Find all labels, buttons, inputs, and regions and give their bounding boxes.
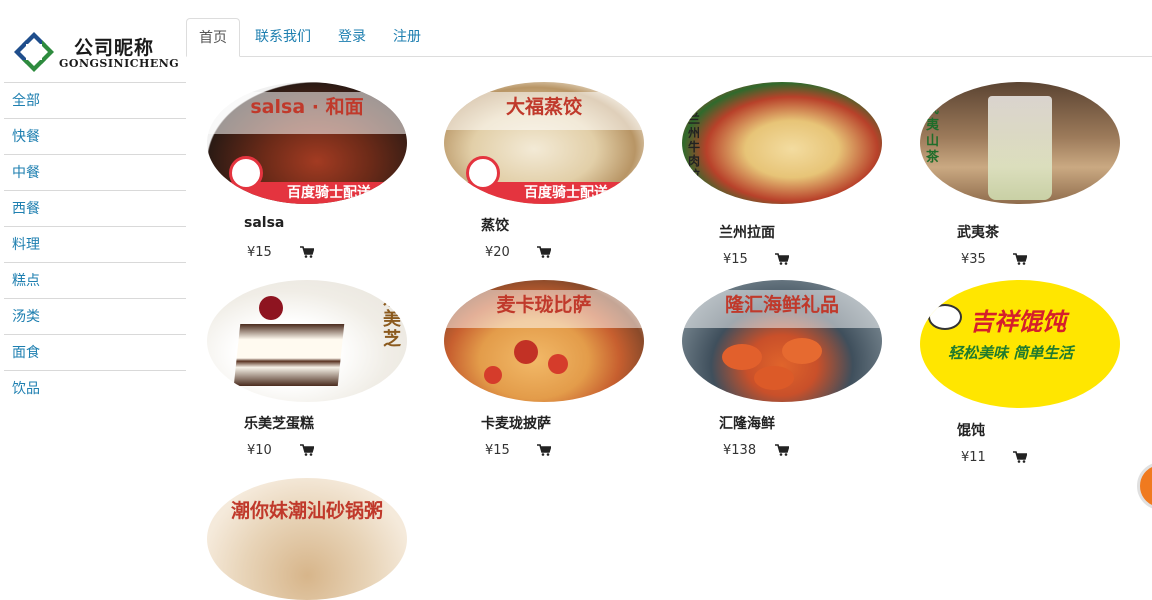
mascot-icon (928, 304, 962, 330)
add-to-cart-icon[interactable] (1013, 451, 1027, 463)
product-name[interactable]: 武夷茶 (957, 222, 999, 242)
add-to-cart-icon[interactable] (300, 246, 314, 258)
image-subcaption: 百度骑士配送 (287, 185, 371, 201)
mascot-icon (466, 156, 500, 190)
add-to-cart-icon[interactable] (300, 444, 314, 456)
tea-glass-icon (988, 96, 1052, 200)
product-card[interactable]: 武夷山茶 (920, 82, 1120, 204)
add-to-cart-icon[interactable] (775, 253, 789, 265)
image-subcaption: 百度骑士配送 (524, 185, 608, 201)
floating-action-button[interactable] (1137, 462, 1152, 510)
sidebar-item-noodles[interactable]: 面食 (4, 334, 186, 370)
sidebar-item-all[interactable]: 全部 (4, 82, 186, 118)
add-to-cart-icon[interactable] (537, 444, 551, 456)
tab-home[interactable]: 首页 (186, 18, 240, 57)
brand-logo[interactable]: 公司昵称 GONGSINICHENG (12, 30, 187, 76)
product-name[interactable]: 汇隆海鲜 (719, 413, 775, 433)
sidebar-item-pastry[interactable]: 糕点 (4, 262, 186, 298)
sidebar-item-chinese[interactable]: 中餐 (4, 154, 186, 190)
product-price: ¥15 (485, 443, 510, 458)
image-caption: 麦卡珑比萨 (496, 294, 592, 316)
product-price: ¥20 (485, 245, 510, 260)
product-card[interactable]: salsa · 和面 百度骑士配送 (207, 82, 407, 204)
product-image[interactable]: 潮你妹潮汕砂锅粥 (207, 478, 407, 600)
product-price: ¥138 (723, 443, 757, 458)
add-to-cart-icon[interactable] (1013, 253, 1027, 265)
product-price: ¥10 (247, 443, 272, 458)
image-caption: 潮你妹潮汕砂锅粥 (230, 500, 383, 522)
tab-contact[interactable]: 联系我们 (248, 18, 318, 56)
product-price: ¥15 (723, 252, 748, 267)
product-price: ¥35 (961, 252, 986, 267)
tomato-icon (514, 340, 538, 364)
image-caption: 武夷山茶 (926, 102, 940, 165)
product-name[interactable]: 蒸饺 (481, 215, 509, 235)
product-price: ¥11 (961, 450, 986, 465)
product-name[interactable]: 兰州拉面 (719, 222, 775, 242)
product-name[interactable]: 馄饨 (957, 420, 985, 440)
product-card[interactable]: 乐美芝 (207, 280, 407, 402)
crab-icon (722, 344, 762, 370)
product-image[interactable]: 大福蒸饺 百度骑士配送 (444, 82, 644, 204)
product-image[interactable]: 吉祥馄饨 轻松美味 简单生活 (920, 280, 1120, 408)
sidebar-item-cuisine[interactable]: 料理 (4, 226, 186, 262)
tomato-icon (548, 354, 568, 374)
sidebar-item-western[interactable]: 西餐 (4, 190, 186, 226)
cake-slice-icon (233, 324, 345, 386)
image-caption: salsa · 和面 (250, 96, 364, 118)
sidebar-item-drinks[interactable]: 饮品 (4, 370, 186, 406)
product-card[interactable]: 麦卡珑比萨 (444, 280, 644, 402)
cherry-icon (259, 296, 283, 320)
add-to-cart-icon[interactable] (537, 246, 551, 258)
image-caption: 隆汇海鲜礼品 (724, 294, 839, 316)
product-image[interactable]: 武夷山茶 (920, 82, 1120, 204)
product-card[interactable]: 兰州牛肉拉 (682, 82, 882, 204)
product-name[interactable]: 乐美芝蛋糕 (244, 413, 314, 433)
product-card[interactable]: 大福蒸饺 百度骑士配送 (444, 82, 644, 204)
image-subcaption: 轻松美味 简单生活 (948, 344, 1074, 362)
product-image[interactable]: salsa · 和面 百度骑士配送 (207, 82, 407, 204)
sidebar-item-fastfood[interactable]: 快餐 (4, 118, 186, 154)
mascot-icon (229, 156, 263, 190)
product-image[interactable]: 隆汇海鲜礼品 (682, 280, 882, 402)
product-image[interactable]: 兰州牛肉拉 (682, 82, 882, 204)
product-name[interactable]: salsa (244, 215, 284, 231)
image-caption: 兰州牛肉拉 (688, 112, 701, 182)
category-sidebar: 全部 快餐 中餐 西餐 料理 糕点 汤类 面食 饮品 (4, 82, 186, 406)
sidebar-item-soup[interactable]: 汤类 (4, 298, 186, 334)
brand-name: 公司昵称 (74, 37, 155, 59)
product-card[interactable]: 隆汇海鲜礼品 (682, 280, 882, 402)
tomato-icon (484, 366, 502, 384)
logo-mark-icon (14, 32, 54, 72)
crab-icon (754, 366, 794, 390)
product-card[interactable]: 吉祥馄饨 轻松美味 简单生活 (920, 280, 1120, 408)
brand-name-en: GONGSINICHENG (59, 57, 180, 70)
nav-tabs: 首页 联系我们 登录 注册 (186, 17, 1152, 57)
image-caption: 吉祥馄饨 (970, 308, 1066, 336)
image-caption: 大福蒸饺 (505, 96, 582, 118)
tab-register[interactable]: 注册 (387, 18, 427, 56)
product-name[interactable]: 卡麦珑披萨 (481, 413, 551, 433)
image-caption: 乐美芝 (383, 289, 401, 350)
product-card[interactable]: 潮你妹潮汕砂锅粥 (207, 478, 407, 600)
product-image[interactable]: 乐美芝 (207, 280, 407, 402)
add-to-cart-icon[interactable] (775, 444, 789, 456)
crab-icon (782, 338, 822, 364)
product-image[interactable]: 麦卡珑比萨 (444, 280, 644, 402)
tab-login[interactable]: 登录 (332, 18, 372, 56)
product-price: ¥15 (247, 245, 272, 260)
